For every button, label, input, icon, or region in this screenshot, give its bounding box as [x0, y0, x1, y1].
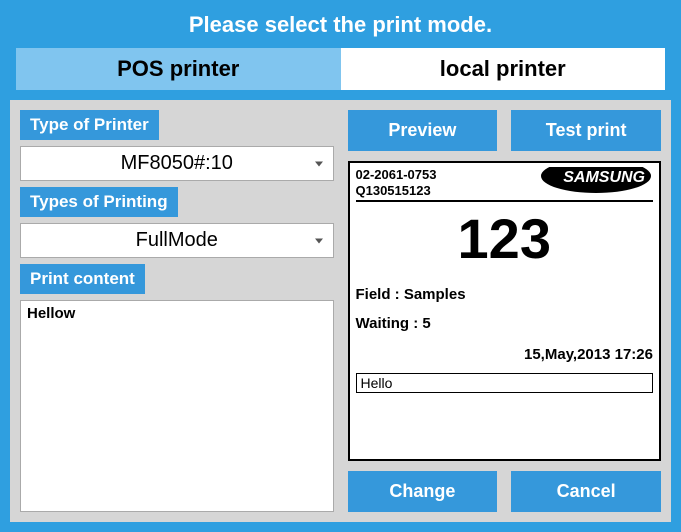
- preview-id2: Q130515123: [356, 183, 437, 199]
- preview-buttons-row: Preview Test print: [348, 110, 662, 151]
- ticket-text-input[interactable]: [356, 373, 654, 393]
- ticket-number: 123: [356, 208, 654, 270]
- right-column: Preview Test print 02-2061-0753 Q1305151…: [348, 110, 662, 512]
- ticket-datetime: 15,May,2013 17:26: [356, 346, 654, 363]
- tab-bar: POS printer local printer: [0, 48, 681, 90]
- printer-select[interactable]: MF8050#:10: [20, 146, 334, 181]
- brand-logo: SAMSUNG: [538, 167, 653, 193]
- type-of-printer-label: Type of Printer: [20, 110, 159, 140]
- preview-id1: 02-2061-0753: [356, 167, 437, 183]
- change-button[interactable]: Change: [348, 471, 498, 512]
- print-content-label: Print content: [20, 264, 145, 294]
- tab-local-printer[interactable]: local printer: [341, 48, 666, 90]
- print-mode-dialog: Please select the print mode. POS printe…: [0, 0, 681, 532]
- types-of-printing-label: Types of Printing: [20, 187, 178, 217]
- printer-select-value: MF8050#:10: [121, 152, 233, 174]
- test-print-button[interactable]: Test print: [511, 110, 661, 151]
- preview-ids: 02-2061-0753 Q130515123: [356, 167, 437, 198]
- ticket-waiting-line: Waiting : 5: [356, 315, 654, 332]
- printing-mode-value: FullMode: [136, 229, 218, 251]
- preview-header: 02-2061-0753 Q130515123 SAMSUNG: [356, 167, 654, 202]
- cancel-button[interactable]: Cancel: [511, 471, 661, 512]
- left-column: Type of Printer MF8050#:10 Types of Prin…: [20, 110, 334, 512]
- content-area: Type of Printer MF8050#:10 Types of Prin…: [10, 100, 671, 522]
- dialog-title: Please select the print mode.: [0, 0, 681, 48]
- ticket-field-line: Field : Samples: [356, 286, 654, 303]
- action-buttons-row: Change Cancel: [348, 471, 662, 512]
- print-content-textarea[interactable]: [20, 300, 334, 512]
- preview-button[interactable]: Preview: [348, 110, 498, 151]
- tab-pos-printer[interactable]: POS printer: [16, 48, 341, 90]
- printing-mode-select[interactable]: FullMode: [20, 223, 334, 258]
- ticket-preview: 02-2061-0753 Q130515123 SAMSUNG 123 Fiel…: [348, 161, 662, 461]
